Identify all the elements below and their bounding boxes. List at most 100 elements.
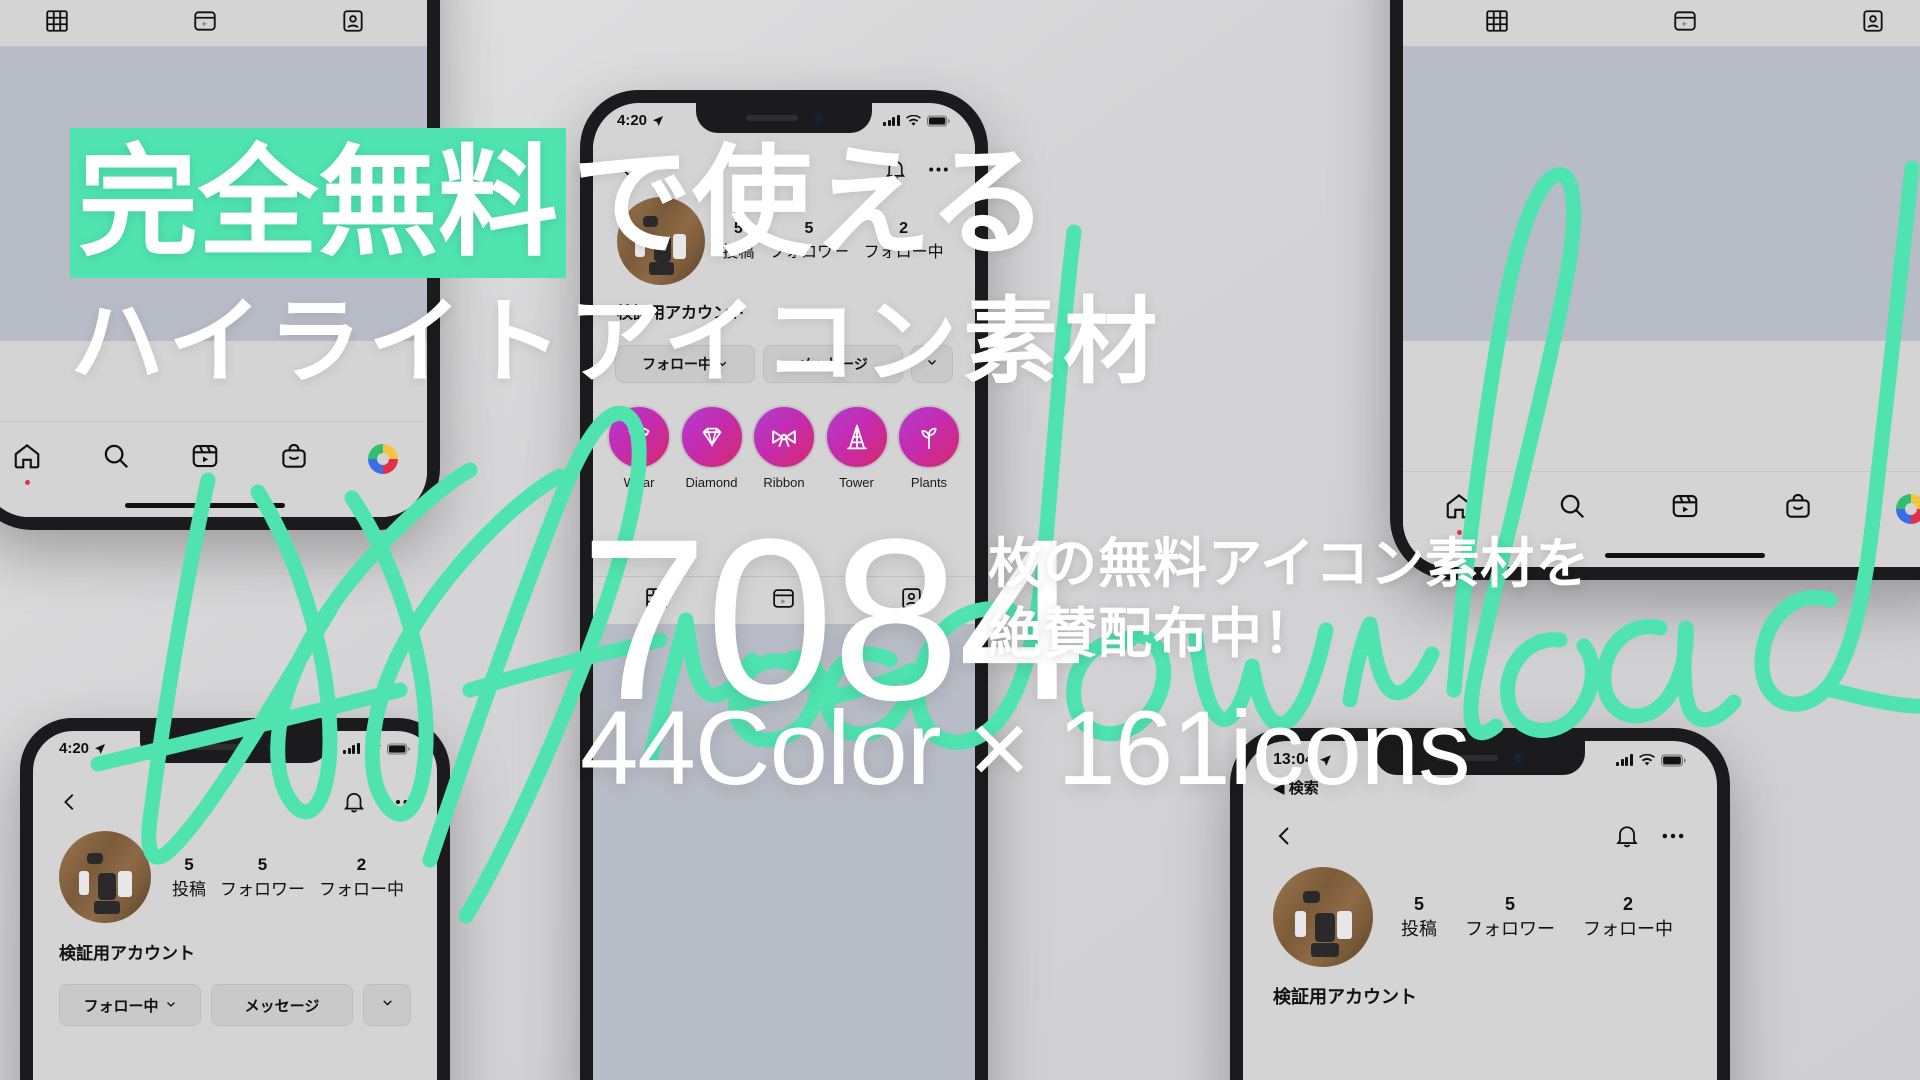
reels-tab-icon[interactable] bbox=[1672, 8, 1698, 39]
bell-icon[interactable] bbox=[341, 789, 367, 820]
signal-bars-icon bbox=[343, 742, 360, 755]
profile-actions-bottom-left[interactable]: フォロー中 メッセージ bbox=[33, 964, 437, 1026]
highlight-label: Wear bbox=[623, 475, 655, 490]
home-indicator-top-right bbox=[1605, 553, 1765, 558]
stat-followers[interactable]: 5 フォロワー bbox=[220, 855, 305, 900]
avatar[interactable] bbox=[1273, 867, 1373, 967]
front-camera bbox=[266, 742, 276, 752]
profile-avatar-icon[interactable] bbox=[367, 443, 398, 474]
stat-following[interactable]: 2 フォロー中 bbox=[319, 855, 404, 900]
stat-followers[interactable]: 5 フォロワー bbox=[1465, 894, 1555, 941]
stat-value: 5 bbox=[257, 854, 268, 874]
search-icon[interactable] bbox=[101, 441, 131, 476]
highlight-thumb[interactable] bbox=[824, 405, 889, 469]
highlight-label: Tower bbox=[839, 475, 874, 490]
speaker-grille bbox=[194, 744, 251, 750]
stat-value: 2 bbox=[1622, 893, 1633, 914]
plant-icon bbox=[921, 427, 937, 450]
tower-icon bbox=[846, 424, 867, 450]
profile-stats-bottom-left: 5 投稿 5 フォロワー 2 フォロー中 bbox=[151, 855, 411, 900]
highlight-item[interactable]: Tower bbox=[824, 405, 889, 490]
diamond-icon bbox=[702, 427, 721, 448]
highlight-thumb[interactable] bbox=[607, 405, 671, 469]
wifi-icon bbox=[366, 742, 381, 755]
button-label: フォロー中 bbox=[83, 997, 159, 1015]
phone-bottom-left: 4:20 5 投稿 5 フォロワー 2 フォロー中 検証用アカウント フォロー中… bbox=[20, 718, 450, 1080]
stat-posts[interactable]: 5 投稿 bbox=[172, 855, 206, 900]
home-icon[interactable] bbox=[1444, 491, 1474, 535]
profile-header-bottom-left: 5 投稿 5 フォロワー 2 フォロー中 bbox=[33, 825, 437, 923]
front-camera bbox=[813, 113, 823, 123]
signal-bars-icon bbox=[883, 114, 900, 127]
profile-avatar-icon[interactable] bbox=[1895, 493, 1920, 524]
search-icon[interactable] bbox=[1557, 491, 1587, 526]
profile-topbar-bottom-right[interactable] bbox=[1243, 803, 1717, 861]
stat-following[interactable]: 2 フォロー中 bbox=[1583, 894, 1673, 941]
highlight-item[interactable]: Plants bbox=[897, 405, 961, 490]
chevron-left-icon[interactable] bbox=[1273, 824, 1297, 853]
location-arrow-icon bbox=[652, 115, 664, 127]
stat-value: 2 bbox=[356, 854, 367, 874]
status-time: 4:20 bbox=[617, 112, 648, 129]
highlight-label: Plants bbox=[910, 475, 948, 490]
reels-icon[interactable] bbox=[1670, 491, 1700, 526]
button-label: メッセージ bbox=[244, 997, 320, 1015]
stat-posts[interactable]: 5 投稿 bbox=[1401, 894, 1437, 941]
tagged-tab-icon[interactable] bbox=[1860, 8, 1886, 39]
front-camera bbox=[1514, 753, 1524, 763]
tagged-tab-icon[interactable] bbox=[340, 8, 366, 39]
chevron-down-icon bbox=[381, 996, 394, 1014]
home-icon[interactable] bbox=[12, 441, 42, 485]
phone-top-right-screen bbox=[1403, 0, 1920, 567]
reels-tab-icon[interactable] bbox=[192, 8, 218, 39]
grid-tab-icon[interactable] bbox=[1484, 8, 1510, 39]
battery-icon bbox=[927, 114, 951, 127]
ig-profile-bottom-left: 5 投稿 5 フォロワー 2 フォロー中 検証用アカウント フォロー中 メッセー… bbox=[33, 771, 437, 1080]
profile-topbar-bottom-left[interactable] bbox=[33, 771, 437, 825]
highlight-thumb[interactable] bbox=[897, 405, 961, 469]
reels-icon[interactable] bbox=[190, 441, 220, 476]
shop-icon[interactable] bbox=[1783, 491, 1813, 526]
profile-stats-bottom-right: 5 投稿 5 フォロワー 2 フォロー中 bbox=[1373, 894, 1687, 941]
headline-highlight: 完全無料 bbox=[70, 128, 566, 278]
grid-tab-icon[interactable] bbox=[44, 8, 70, 39]
highlight-item[interactable]: Wear bbox=[607, 405, 671, 490]
ig-profile-bottom-right: 5 投稿 5 フォロワー 2 フォロー中 検証用アカウント bbox=[1243, 803, 1717, 1080]
more-options-button[interactable] bbox=[363, 984, 411, 1026]
chevron-left-icon[interactable] bbox=[59, 791, 81, 818]
highlight-thumb[interactable] bbox=[679, 405, 744, 469]
profile-tabbar-top-right[interactable] bbox=[1403, 0, 1920, 46]
signal-bars-icon bbox=[1616, 754, 1633, 766]
promo-suffix-line-2: 絶賛配布中！ bbox=[988, 602, 1318, 665]
highlight-thumb[interactable] bbox=[752, 405, 816, 469]
tshirt-icon bbox=[628, 427, 650, 447]
phone-top-right bbox=[1390, 0, 1920, 580]
location-arrow-icon bbox=[94, 743, 106, 755]
poster-stage: 4:20 5 投稿 5 フォロワー 2 フォロー中 検証用アカウント フォロー中… bbox=[0, 0, 1920, 1080]
highlight-item[interactable]: Diamond bbox=[679, 405, 744, 490]
battery-icon bbox=[1661, 753, 1687, 767]
more-dots-icon[interactable] bbox=[385, 789, 411, 820]
stat-label: 投稿 bbox=[172, 879, 206, 899]
shop-icon[interactable] bbox=[279, 441, 309, 476]
stat-label: フォロー中 bbox=[1583, 918, 1673, 939]
home-notification-dot bbox=[24, 480, 30, 485]
highlight-label: Diamond bbox=[685, 475, 738, 490]
stat-value: 5 bbox=[1413, 893, 1424, 914]
profile-username-bottom-right: 検証用アカウント bbox=[1273, 987, 1417, 1007]
stat-label: フォロー中 bbox=[319, 879, 404, 899]
profile-username-bottom-left: 検証用アカウント bbox=[59, 944, 195, 963]
message-button[interactable]: メッセージ bbox=[211, 984, 353, 1026]
story-highlights-row[interactable]: Wear Diamond Ribbon Tower Plants bbox=[593, 383, 975, 490]
bell-icon[interactable] bbox=[1613, 822, 1641, 855]
more-dots-icon[interactable] bbox=[1659, 822, 1687, 855]
stat-label: 投稿 bbox=[1401, 918, 1437, 939]
avatar[interactable] bbox=[59, 831, 151, 923]
notch-bottom-left bbox=[140, 731, 330, 763]
status-time: 4:20 bbox=[59, 740, 90, 757]
follow-state-button[interactable]: フォロー中 bbox=[59, 984, 201, 1026]
home-indicator-top-left bbox=[125, 503, 285, 508]
profile-header-bottom-right: 5 投稿 5 フォロワー 2 フォロー中 bbox=[1243, 861, 1717, 967]
profile-tabbar-top-left[interactable] bbox=[0, 0, 427, 46]
highlight-item[interactable]: Ribbon bbox=[752, 405, 816, 490]
